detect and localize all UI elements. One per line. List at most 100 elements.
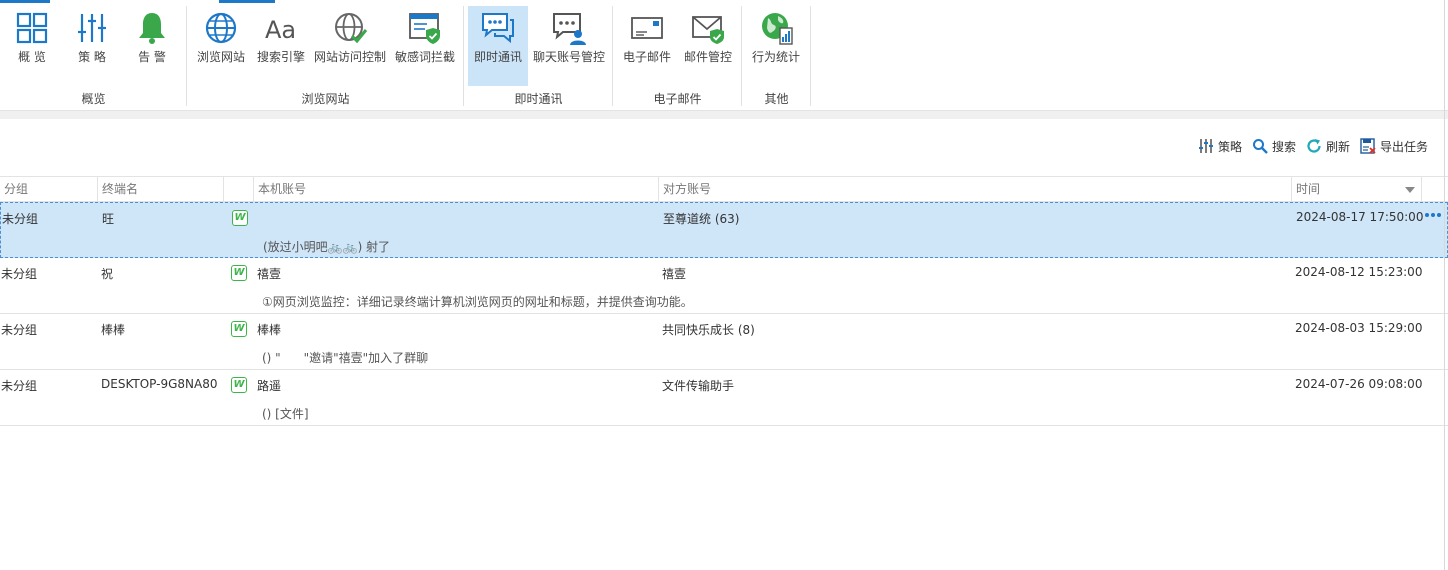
alarm-bell-icon	[139, 13, 165, 44]
overview-grid-icon	[16, 12, 48, 44]
email-shield-icon	[692, 16, 724, 44]
column-header-time[interactable]: 时间	[1292, 177, 1422, 202]
browse-web-button[interactable]: 浏览网站	[193, 6, 249, 86]
cell-group: 未分组	[1, 379, 38, 393]
policy-sliders-icon	[1198, 139, 1213, 153]
wechat-icon: W	[231, 321, 247, 337]
cell-group: 未分组	[1, 267, 38, 281]
more-options-icon[interactable]	[1423, 213, 1441, 217]
overview-label: 概 览	[18, 50, 46, 64]
chat-account-control-button[interactable]: 聊天账号管控	[532, 6, 606, 86]
cell-message: () " "邀请"禧壹"加入了群聊	[262, 351, 429, 365]
cell-time: 2024-08-17 17:50:00	[1296, 210, 1424, 224]
table-row[interactable]: 未分组 祝 W 禧壹 禧壹 2024-08-12 15:23:00 ①网页浏览监…	[0, 258, 1448, 314]
toolbar-policy-button[interactable]: 策略	[1198, 138, 1242, 155]
search-icon	[1252, 139, 1268, 154]
email-label: 电子邮件	[622, 50, 671, 64]
cell-peer-account: 共同快乐成长 (8)	[662, 323, 755, 337]
toolbar-export-label: 导出任务	[1379, 139, 1428, 154]
sort-descending-icon[interactable]	[1405, 187, 1415, 193]
column-header-local-account[interactable]: 本机账号	[254, 177, 659, 202]
wechat-icon: W	[232, 210, 248, 226]
cell-terminal: 祝	[101, 267, 114, 281]
overview-button[interactable]: 概 览	[2, 6, 62, 86]
toolbar-search-button[interactable]: 搜索	[1252, 138, 1296, 155]
ribbon-group-overview: 概 览 策 略 告 警 概览	[0, 0, 187, 111]
table-row[interactable]: 未分组 棒棒 W 棒棒 共同快乐成长 (8) 2024-08-03 15:29:…	[0, 314, 1448, 370]
window-shield-icon	[409, 13, 440, 44]
ribbon-group-im: 即时通讯 聊天账号管控 即时通讯	[464, 0, 613, 111]
behavior-stats-button[interactable]: 行为统计	[748, 6, 804, 86]
wechat-icon: W	[231, 265, 247, 281]
cell-message: ①网页浏览监控：详细记录终端计算机浏览网页的网址和标题，并提供查询功能。	[262, 295, 693, 309]
column-header-peer-account[interactable]: 对方账号	[659, 177, 1292, 202]
ribbon-bottom-strip	[0, 111, 1448, 119]
search-engine-aa-icon: Aa	[265, 16, 296, 44]
toolbar-export-button[interactable]: 导出任务	[1360, 138, 1428, 155]
globe-icon	[205, 12, 237, 44]
group-name-email: 电子邮件	[653, 92, 702, 106]
alarm-label: 告 警	[138, 50, 166, 64]
email-button[interactable]: 电子邮件	[619, 6, 675, 86]
refresh-icon	[1307, 139, 1321, 153]
ribbon-group-email: 电子邮件 邮件管控 电子邮件	[613, 0, 742, 111]
toolbar-policy-label: 策略	[1217, 139, 1242, 154]
globe-check-icon	[335, 13, 368, 44]
table-row[interactable]: 未分组 旺 W 至尊道统 (63) 2024-08-17 17:50:00 (放…	[0, 202, 1448, 258]
site-access-control-button[interactable]: 网站访问控制	[313, 6, 387, 86]
cell-group: 未分组	[1, 323, 38, 337]
alarm-button[interactable]: 告 警	[122, 6, 182, 86]
email-icon	[631, 17, 663, 39]
column-header-time-label: 时间	[1296, 182, 1321, 196]
cell-peer-account: 至尊道统 (63)	[663, 212, 740, 226]
group-name-other: 其他	[764, 92, 789, 106]
cell-time: 2024-08-12 15:23:00	[1295, 265, 1423, 279]
toolbar-refresh-label: 刷新	[1325, 139, 1350, 154]
search-engine-button[interactable]: Aa 搜索引擎	[253, 6, 309, 86]
column-header-group[interactable]: 分组	[0, 177, 98, 202]
toolbar-search-label: 搜索	[1271, 139, 1296, 154]
cell-message: () [文件]	[262, 407, 309, 421]
table-row[interactable]: 未分组 DESKTOP-9G8NA80 W 路遥 文件传输助手 2024-07-…	[0, 370, 1448, 426]
site-access-control-label: 网站访问控制	[313, 50, 386, 64]
behavior-stats-label: 行为统计	[751, 50, 800, 64]
sensitive-word-button[interactable]: 敏感词拦截	[393, 6, 457, 86]
cell-peer-account: 文件传输助手	[662, 379, 735, 393]
window-right-border	[1444, 0, 1445, 570]
browse-web-label: 浏览网站	[196, 50, 245, 64]
cell-local-account: 禧壹	[257, 267, 282, 281]
group-divider	[810, 6, 811, 106]
policy-sliders-icon	[78, 14, 106, 42]
email-control-label: 邮件管控	[683, 50, 732, 64]
wechat-icon: W	[231, 377, 247, 393]
sensitive-word-label: 敏感词拦截	[394, 50, 455, 64]
cell-time: 2024-07-26 09:08:00	[1295, 377, 1423, 391]
toolbar-refresh-button[interactable]: 刷新	[1306, 138, 1350, 155]
cell-peer-account: 禧壹	[662, 267, 687, 281]
table-header: 分组 终端名 本机账号 对方账号 时间	[0, 176, 1448, 202]
svg-text:Aa: Aa	[265, 16, 296, 44]
group-name-browse: 浏览网站	[301, 92, 350, 106]
list-toolbar: 策略 搜索 刷新 导出任务	[1188, 134, 1428, 158]
policy-button[interactable]: 策 略	[62, 6, 122, 86]
chat-account-control-label: 聊天账号管控	[532, 50, 605, 64]
cell-terminal: DESKTOP-9G8NA80	[101, 377, 218, 391]
email-control-button[interactable]: 邮件管控	[679, 6, 737, 86]
cell-message: (放过小明吧🚲🚲) 射了	[263, 240, 391, 254]
cell-terminal: 旺	[102, 212, 115, 226]
ribbon-toolbar: 概 览 策 略 告 警 概览 浏览网站 Aa 搜索引擎 网站访问控制 敏感词拦截…	[0, 0, 1448, 111]
column-header-terminal[interactable]: 终端名	[98, 177, 224, 202]
ribbon-group-other: 行为统计 其他	[742, 0, 811, 111]
chat-user-icon	[553, 13, 586, 45]
export-task-icon	[1360, 138, 1376, 154]
globe-stats-icon	[762, 13, 793, 45]
policy-label: 策 略	[78, 50, 106, 64]
chat-bubbles-icon	[482, 13, 514, 44]
cell-time: 2024-08-03 15:29:00	[1295, 321, 1423, 335]
cell-terminal: 棒棒	[101, 323, 126, 337]
column-header-app[interactable]	[224, 177, 254, 202]
search-engine-label: 搜索引擎	[256, 50, 305, 64]
im-button[interactable]: 即时通讯	[468, 6, 528, 86]
cell-local-account: 棒棒	[257, 323, 282, 337]
group-name-im: 即时通讯	[514, 92, 563, 106]
